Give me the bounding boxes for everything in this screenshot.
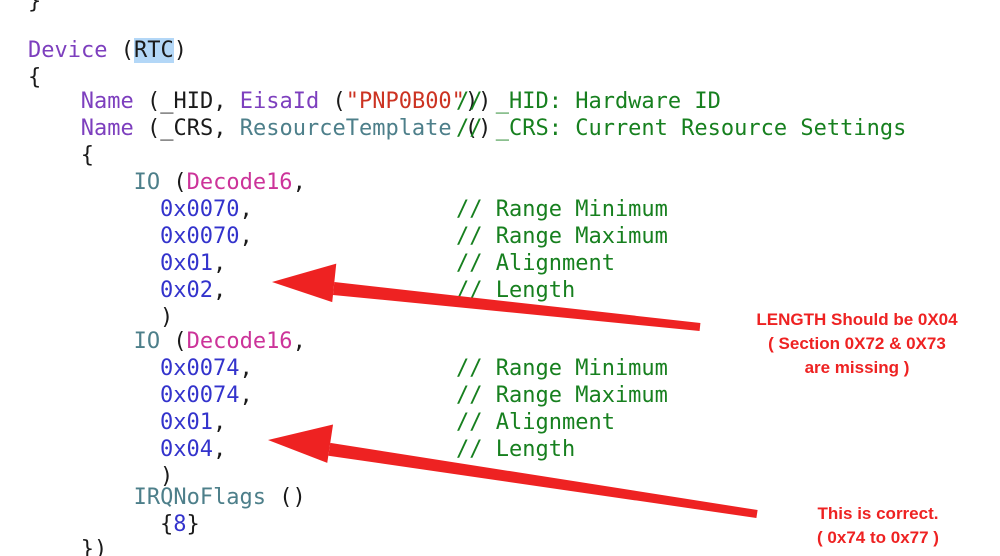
- line-device[interactable]: Device (RTC): [28, 37, 187, 64]
- line-io2-open[interactable]: IO (Decode16,: [134, 328, 306, 355]
- code-token-plain: ,: [292, 170, 306, 195]
- code-token-number: 0x0074: [160, 383, 240, 408]
- code-token-plain: }: [186, 512, 200, 537]
- code-token-plain: ,: [239, 383, 253, 408]
- code-token-plain: ,: [212, 437, 227, 462]
- code-token-plain: ,: [239, 224, 253, 249]
- code-token-number: 0x04: [160, 437, 213, 462]
- code-token-plain: (): [279, 485, 306, 510]
- code-token-keyword: Device: [28, 38, 121, 63]
- code-token-number: 8: [173, 512, 187, 537]
- code-token-plain: (: [173, 170, 187, 195]
- line-io2-length[interactable]: 0x04,: [160, 436, 226, 463]
- code-token-plain: ): [160, 305, 174, 330]
- code-comment: // Length: [456, 278, 576, 303]
- line-io2-max[interactable]: 0x0074,: [160, 382, 253, 409]
- code-token-plain: ): [173, 38, 187, 63]
- line-io1-max[interactable]: 0x0070,: [160, 223, 253, 250]
- code-comment: // Alignment: [456, 251, 615, 276]
- line-io1-close[interactable]: ): [160, 304, 173, 331]
- code-token-plain: {: [80, 143, 95, 168]
- code-token-sel: RTC: [133, 38, 174, 63]
- code-token-plain: (: [173, 329, 187, 354]
- screenshot-root: } Device (RTC){Name (_HID, EisaId ("PNP0B…: [0, 0, 1000, 556]
- line-truncated[interactable]: }: [28, 0, 41, 15]
- line-io1-align[interactable]: 0x01,: [160, 250, 226, 277]
- code-token-plain: ,: [239, 197, 253, 222]
- code-token-number: 0x02: [160, 278, 213, 303]
- code-token-number: 0x01: [160, 410, 213, 435]
- code-comment: // Range Minimum: [456, 197, 668, 222]
- code-token-number: 0x0070: [160, 224, 240, 249]
- code-token-plain: }): [80, 537, 108, 556]
- code-comment: // _CRS: Current Resource Settings: [456, 116, 907, 141]
- line-open-brace-2[interactable]: {: [81, 142, 94, 169]
- code-token-keyword: Name: [80, 89, 148, 114]
- line-irq-val[interactable]: {8}: [160, 511, 200, 538]
- line-irq[interactable]: IRQNoFlags (): [134, 484, 306, 511]
- code-comment: // Range Maximum: [456, 224, 668, 249]
- code-comment: // _HID: Hardware ID: [456, 89, 721, 114]
- code-token-macro: Decode16: [186, 329, 293, 354]
- code-comment: // Length: [456, 437, 576, 462]
- code-token-macro: Decode16: [186, 170, 293, 195]
- code-token-type: IO: [133, 170, 174, 195]
- code-token-plain: }: [28, 0, 42, 14]
- code-token-plain: ,: [239, 356, 253, 381]
- code-token-string: "PNP0B00": [345, 89, 465, 114]
- code-token-number: 0x0070: [160, 197, 240, 222]
- line-io2-align[interactable]: 0x01,: [160, 409, 226, 436]
- code-editor-content[interactable]: } Device (RTC){Name (_HID, EisaId ("PNP0B…: [0, 0, 1000, 556]
- code-comment: // Range Minimum: [456, 356, 668, 381]
- line-io1-open[interactable]: IO (Decode16,: [134, 169, 306, 196]
- code-token-plain: ,: [292, 329, 306, 354]
- code-token-type: IRQNoFlags: [133, 485, 280, 510]
- code-comment: // Alignment: [456, 410, 615, 435]
- code-token-type: ResourceTemplate: [239, 116, 465, 141]
- code-token-plain: ,: [212, 251, 227, 276]
- code-token-plain: (_CRS,: [147, 116, 240, 141]
- code-token-plain: (_HID,: [147, 89, 240, 114]
- line-io1-min[interactable]: 0x0070,: [160, 196, 253, 223]
- code-token-plain: (: [332, 89, 346, 114]
- code-token-plain: ,: [212, 278, 227, 303]
- code-token-type: IO: [133, 329, 174, 354]
- line-io1-length[interactable]: 0x02,: [160, 277, 226, 304]
- line-open-brace-1[interactable]: {: [28, 64, 41, 91]
- line-io2-min[interactable]: 0x0074,: [160, 355, 253, 382]
- code-comment: // Range Maximum: [456, 383, 668, 408]
- code-token-number: 0x0074: [160, 356, 240, 381]
- code-token-keyword: EisaId: [239, 89, 333, 114]
- code-token-number: 0x01: [160, 251, 213, 276]
- code-token-plain: (: [120, 38, 134, 63]
- code-token-plain: {: [160, 512, 174, 537]
- line-name-crs[interactable]: Name (_CRS, ResourceTemplate (): [81, 115, 492, 142]
- code-token-keyword: Name: [80, 116, 148, 141]
- code-token-plain: ,: [212, 410, 227, 435]
- line-close-all[interactable]: }): [81, 536, 108, 556]
- code-token-plain: {: [28, 65, 42, 90]
- line-name-hid[interactable]: Name (_HID, EisaId ("PNP0B00")): [81, 88, 492, 115]
